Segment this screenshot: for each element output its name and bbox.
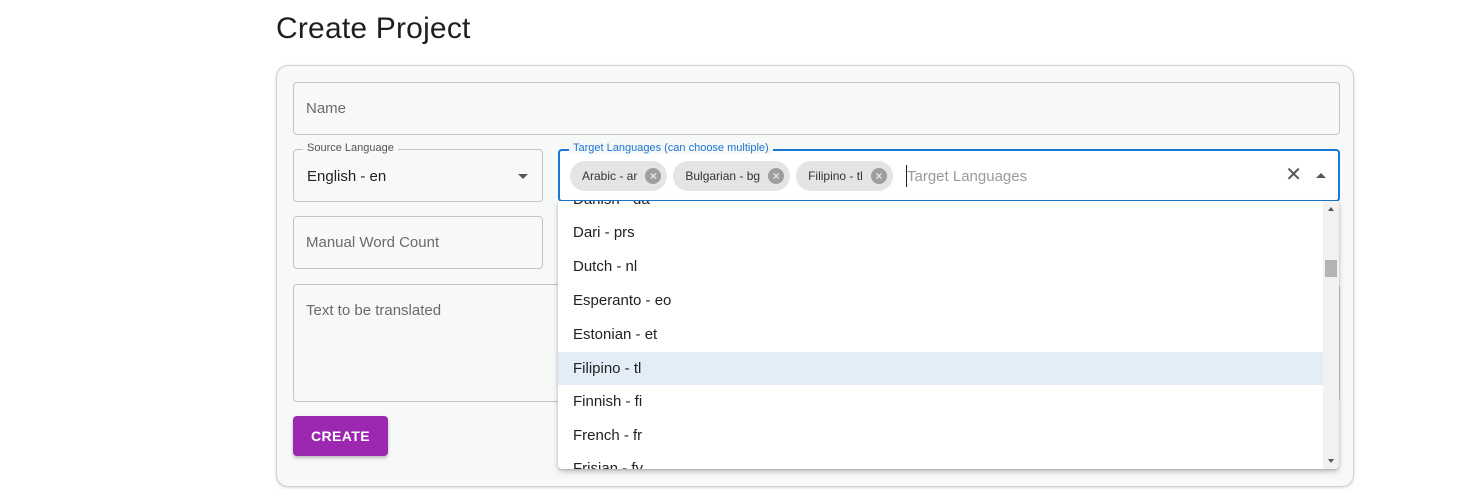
list-item-selected[interactable]: Filipino - tl [558,352,1323,385]
cancel-circle-icon[interactable]: × [645,168,662,184]
chip-label: Bulgarian - bg [685,169,761,183]
language-chip[interactable]: Filipino - tl × [796,161,893,191]
source-language-value: English - en [307,168,387,185]
source-language-select[interactable]: Source Language English - en [293,142,543,202]
target-languages-autocomplete[interactable]: Target Languages (can choose multiple) A… [558,142,1340,202]
language-chip[interactable]: Arabic - ar × [570,161,668,191]
list-item[interactable]: French - fr [558,419,1323,452]
scrollbar[interactable] [1323,201,1339,469]
list-item[interactable]: Dutch - nl [558,250,1323,283]
chevron-up-icon[interactable] [1316,173,1326,178]
language-options-listbox: Danish - da Dari - prs Dutch - nl Espera… [558,201,1339,469]
source-language-label: Source Language [303,142,398,154]
selected-language-chips: Arabic - ar × Bulgarian - bg × Filipino … [570,161,893,191]
cancel-circle-icon[interactable]: × [768,168,785,184]
scrollbar-thumb[interactable] [1325,260,1337,277]
list-item[interactable]: Esperanto - eo [558,284,1323,317]
name-field[interactable]: Name [293,82,1340,135]
chip-label: Filipino - tl [808,169,863,183]
page-title: Create Project [276,12,471,45]
list-item[interactable]: Dari - prs [558,216,1323,249]
name-placeholder: Name [306,100,347,117]
word-count-placeholder: Manual Word Count [306,234,440,251]
scroll-up-arrow-icon[interactable] [1328,207,1334,211]
text-placeholder: Text to be translated [306,302,442,319]
options-list: Danish - da Dari - prs Dutch - nl Espera… [558,201,1323,469]
chip-label: Arabic - ar [582,169,638,183]
list-item[interactable]: Estonian - et [558,318,1323,351]
target-languages-label: Target Languages (can choose multiple) [569,142,773,154]
scroll-down-arrow-icon[interactable] [1328,459,1334,463]
close-icon[interactable]: ✕ [1285,164,1302,186]
language-chip[interactable]: Bulgarian - bg × [673,161,791,191]
list-item[interactable]: Danish - da [558,201,1323,216]
list-item[interactable]: Finnish - fi [558,385,1323,418]
list-item[interactable]: Frisian - fy [558,452,1323,469]
cancel-circle-icon[interactable]: × [870,168,887,184]
target-languages-input[interactable] [906,165,1267,187]
manual-word-count-field[interactable]: Manual Word Count [293,216,543,269]
create-button[interactable]: CREATE [293,416,388,456]
chevron-down-icon[interactable] [518,174,528,179]
